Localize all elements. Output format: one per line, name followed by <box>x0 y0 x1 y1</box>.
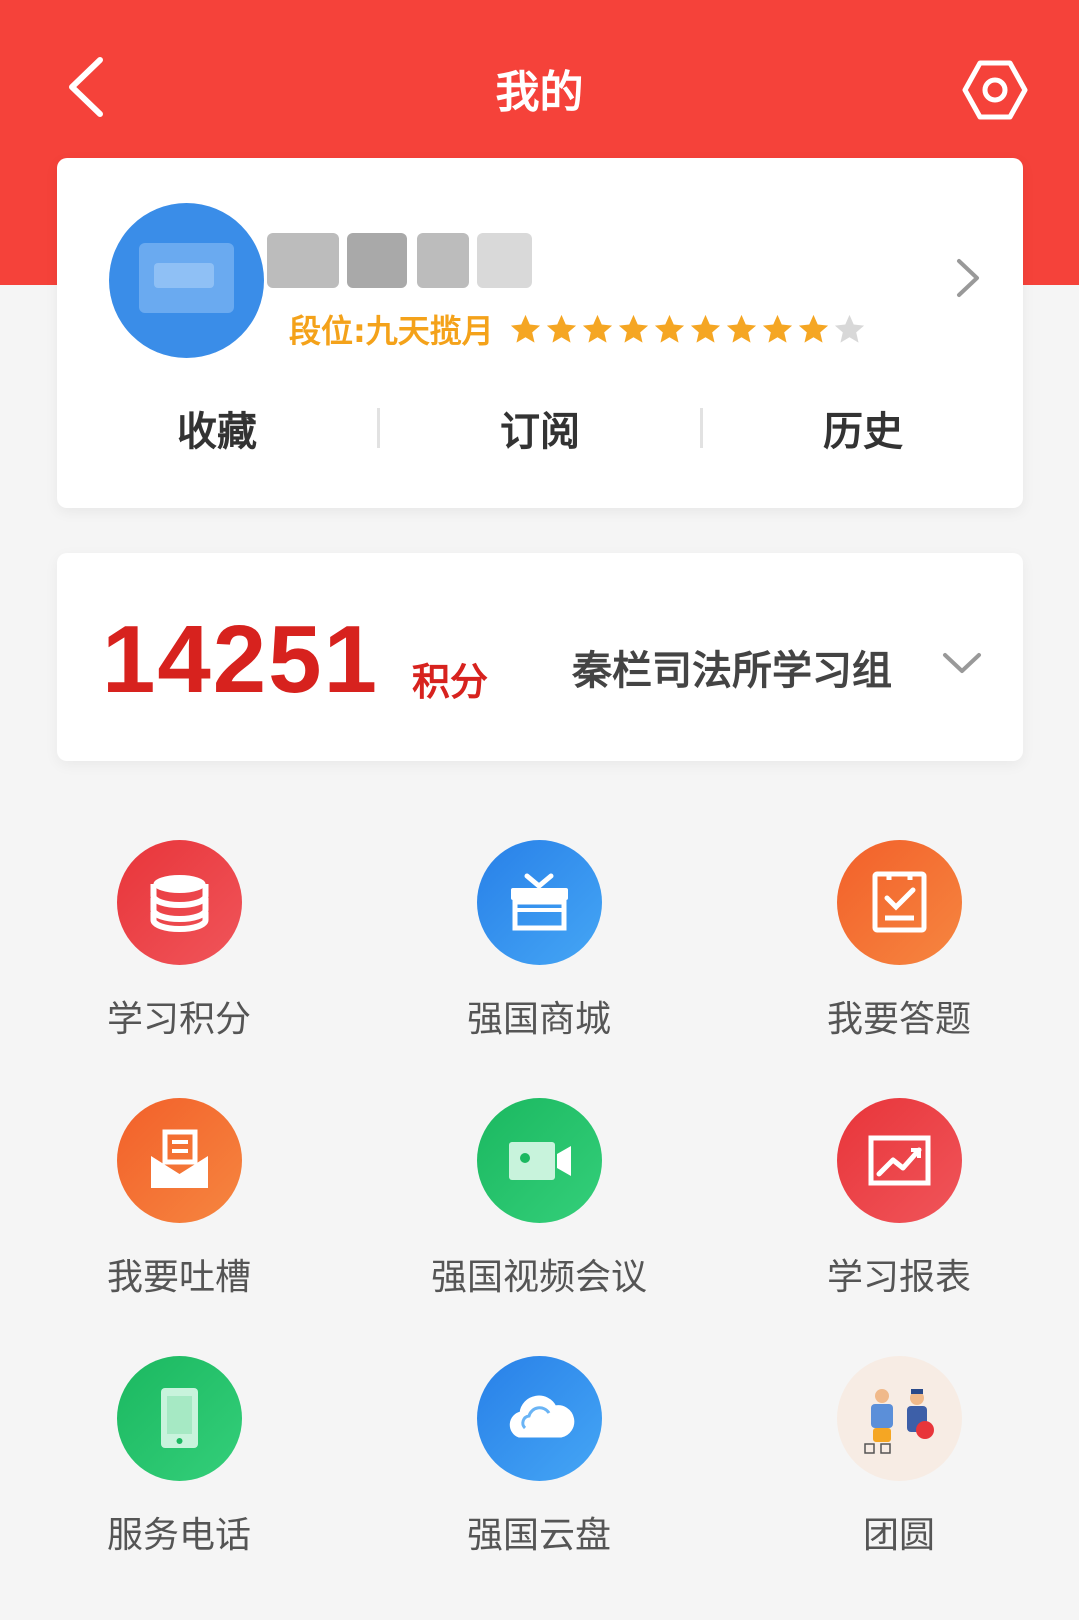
feature-label: 团圆 <box>862 1515 935 1556</box>
feature-service-phone[interactable]: 服务电话 <box>29 1356 329 1576</box>
feature-label: 强国商城 <box>466 999 611 1040</box>
cloud-icon <box>509 1395 575 1438</box>
feature-mall[interactable]: 强国商城 <box>389 840 689 1060</box>
feature-icon-circle <box>477 1098 602 1223</box>
quick-links: 收藏 订阅 历史 <box>57 380 1023 475</box>
database-icon <box>150 875 209 932</box>
hexagon-settings-icon <box>962 60 1028 120</box>
rank-label: 段位:九天揽月 <box>289 312 494 350</box>
points-value: 14251 <box>102 606 379 713</box>
feature-study-points[interactable]: 学习积分 <box>29 840 329 1060</box>
quick-link-favorites[interactable]: 收藏 <box>57 399 377 457</box>
feature-label: 服务电话 <box>106 1515 251 1556</box>
quick-link-subscriptions[interactable]: 订阅 <box>380 399 700 457</box>
study-group-name[interactable]: 秦栏司法所学习组 <box>572 638 892 696</box>
top-bar: 我的 <box>0 0 1079 160</box>
chevron-down-icon <box>943 653 981 673</box>
reunion-illustration-icon <box>864 1389 934 1454</box>
profile-card: 段位:九天揽月 收藏 订阅 历史 <box>57 158 1023 508</box>
feature-quiz[interactable]: 我要答题 <box>749 840 1049 1060</box>
feature-icon-circle <box>117 1098 242 1223</box>
feature-cloud-disk[interactable]: 强国云盘 <box>389 1356 689 1576</box>
profile-detail-button[interactable] <box>947 253 987 303</box>
group-dropdown-button[interactable] <box>937 643 987 683</box>
clipboard-check-icon <box>872 871 927 933</box>
settings-button[interactable] <box>960 55 1030 125</box>
points-unit: 积分 <box>412 660 489 704</box>
chart-report-icon <box>868 1135 931 1186</box>
phone-icon <box>161 1388 198 1448</box>
feature-label: 强国视频会议 <box>430 1257 647 1298</box>
star-filled-icon <box>654 314 684 343</box>
chevron-right-icon <box>957 259 979 297</box>
feature-icon-circle <box>837 1098 962 1223</box>
username-redacted <box>267 233 547 288</box>
quick-link-history[interactable]: 历史 <box>703 399 1023 457</box>
star-filled-icon <box>762 314 792 343</box>
avatar-blur-inner <box>154 263 214 288</box>
star-filled-icon <box>798 314 828 343</box>
feature-study-report[interactable]: 学习报表 <box>749 1098 1049 1318</box>
feature-label: 我要答题 <box>826 999 971 1040</box>
feature-icon-circle <box>837 840 962 965</box>
star-empty-icon <box>834 314 864 343</box>
rank-row: 段位:九天揽月 <box>289 306 867 352</box>
feature-video-meeting[interactable]: 强国视频会议 <box>389 1098 689 1318</box>
feature-label: 我要吐槽 <box>106 1257 251 1298</box>
star-filled-icon <box>690 314 720 343</box>
avatar[interactable] <box>109 203 264 358</box>
page-title: 我的 <box>495 67 584 118</box>
star-filled-icon <box>726 314 756 343</box>
feature-reunion[interactable]: 团圆 <box>749 1356 1049 1576</box>
video-camera-icon <box>509 1142 571 1180</box>
star-filled-icon <box>510 314 540 343</box>
feature-label: 学习报表 <box>826 1257 971 1298</box>
envelope-icon <box>151 1129 208 1188</box>
points-card[interactable]: 14251 积分 秦栏司法所学习组 <box>57 553 1023 761</box>
feature-icon-circle <box>837 1356 962 1481</box>
feature-icon-circle <box>477 1356 602 1481</box>
feature-icon-circle <box>117 1356 242 1481</box>
feature-icon-circle <box>477 840 602 965</box>
feature-label: 强国云盘 <box>466 1515 611 1556</box>
rank-stars <box>508 312 867 347</box>
feature-label: 学习积分 <box>106 999 251 1040</box>
star-filled-icon <box>546 314 576 343</box>
feature-feedback[interactable]: 我要吐槽 <box>29 1098 329 1318</box>
feature-icon-circle <box>117 840 242 965</box>
star-filled-icon <box>618 314 648 343</box>
star-filled-icon <box>582 314 612 343</box>
gift-box-icon <box>511 873 568 931</box>
